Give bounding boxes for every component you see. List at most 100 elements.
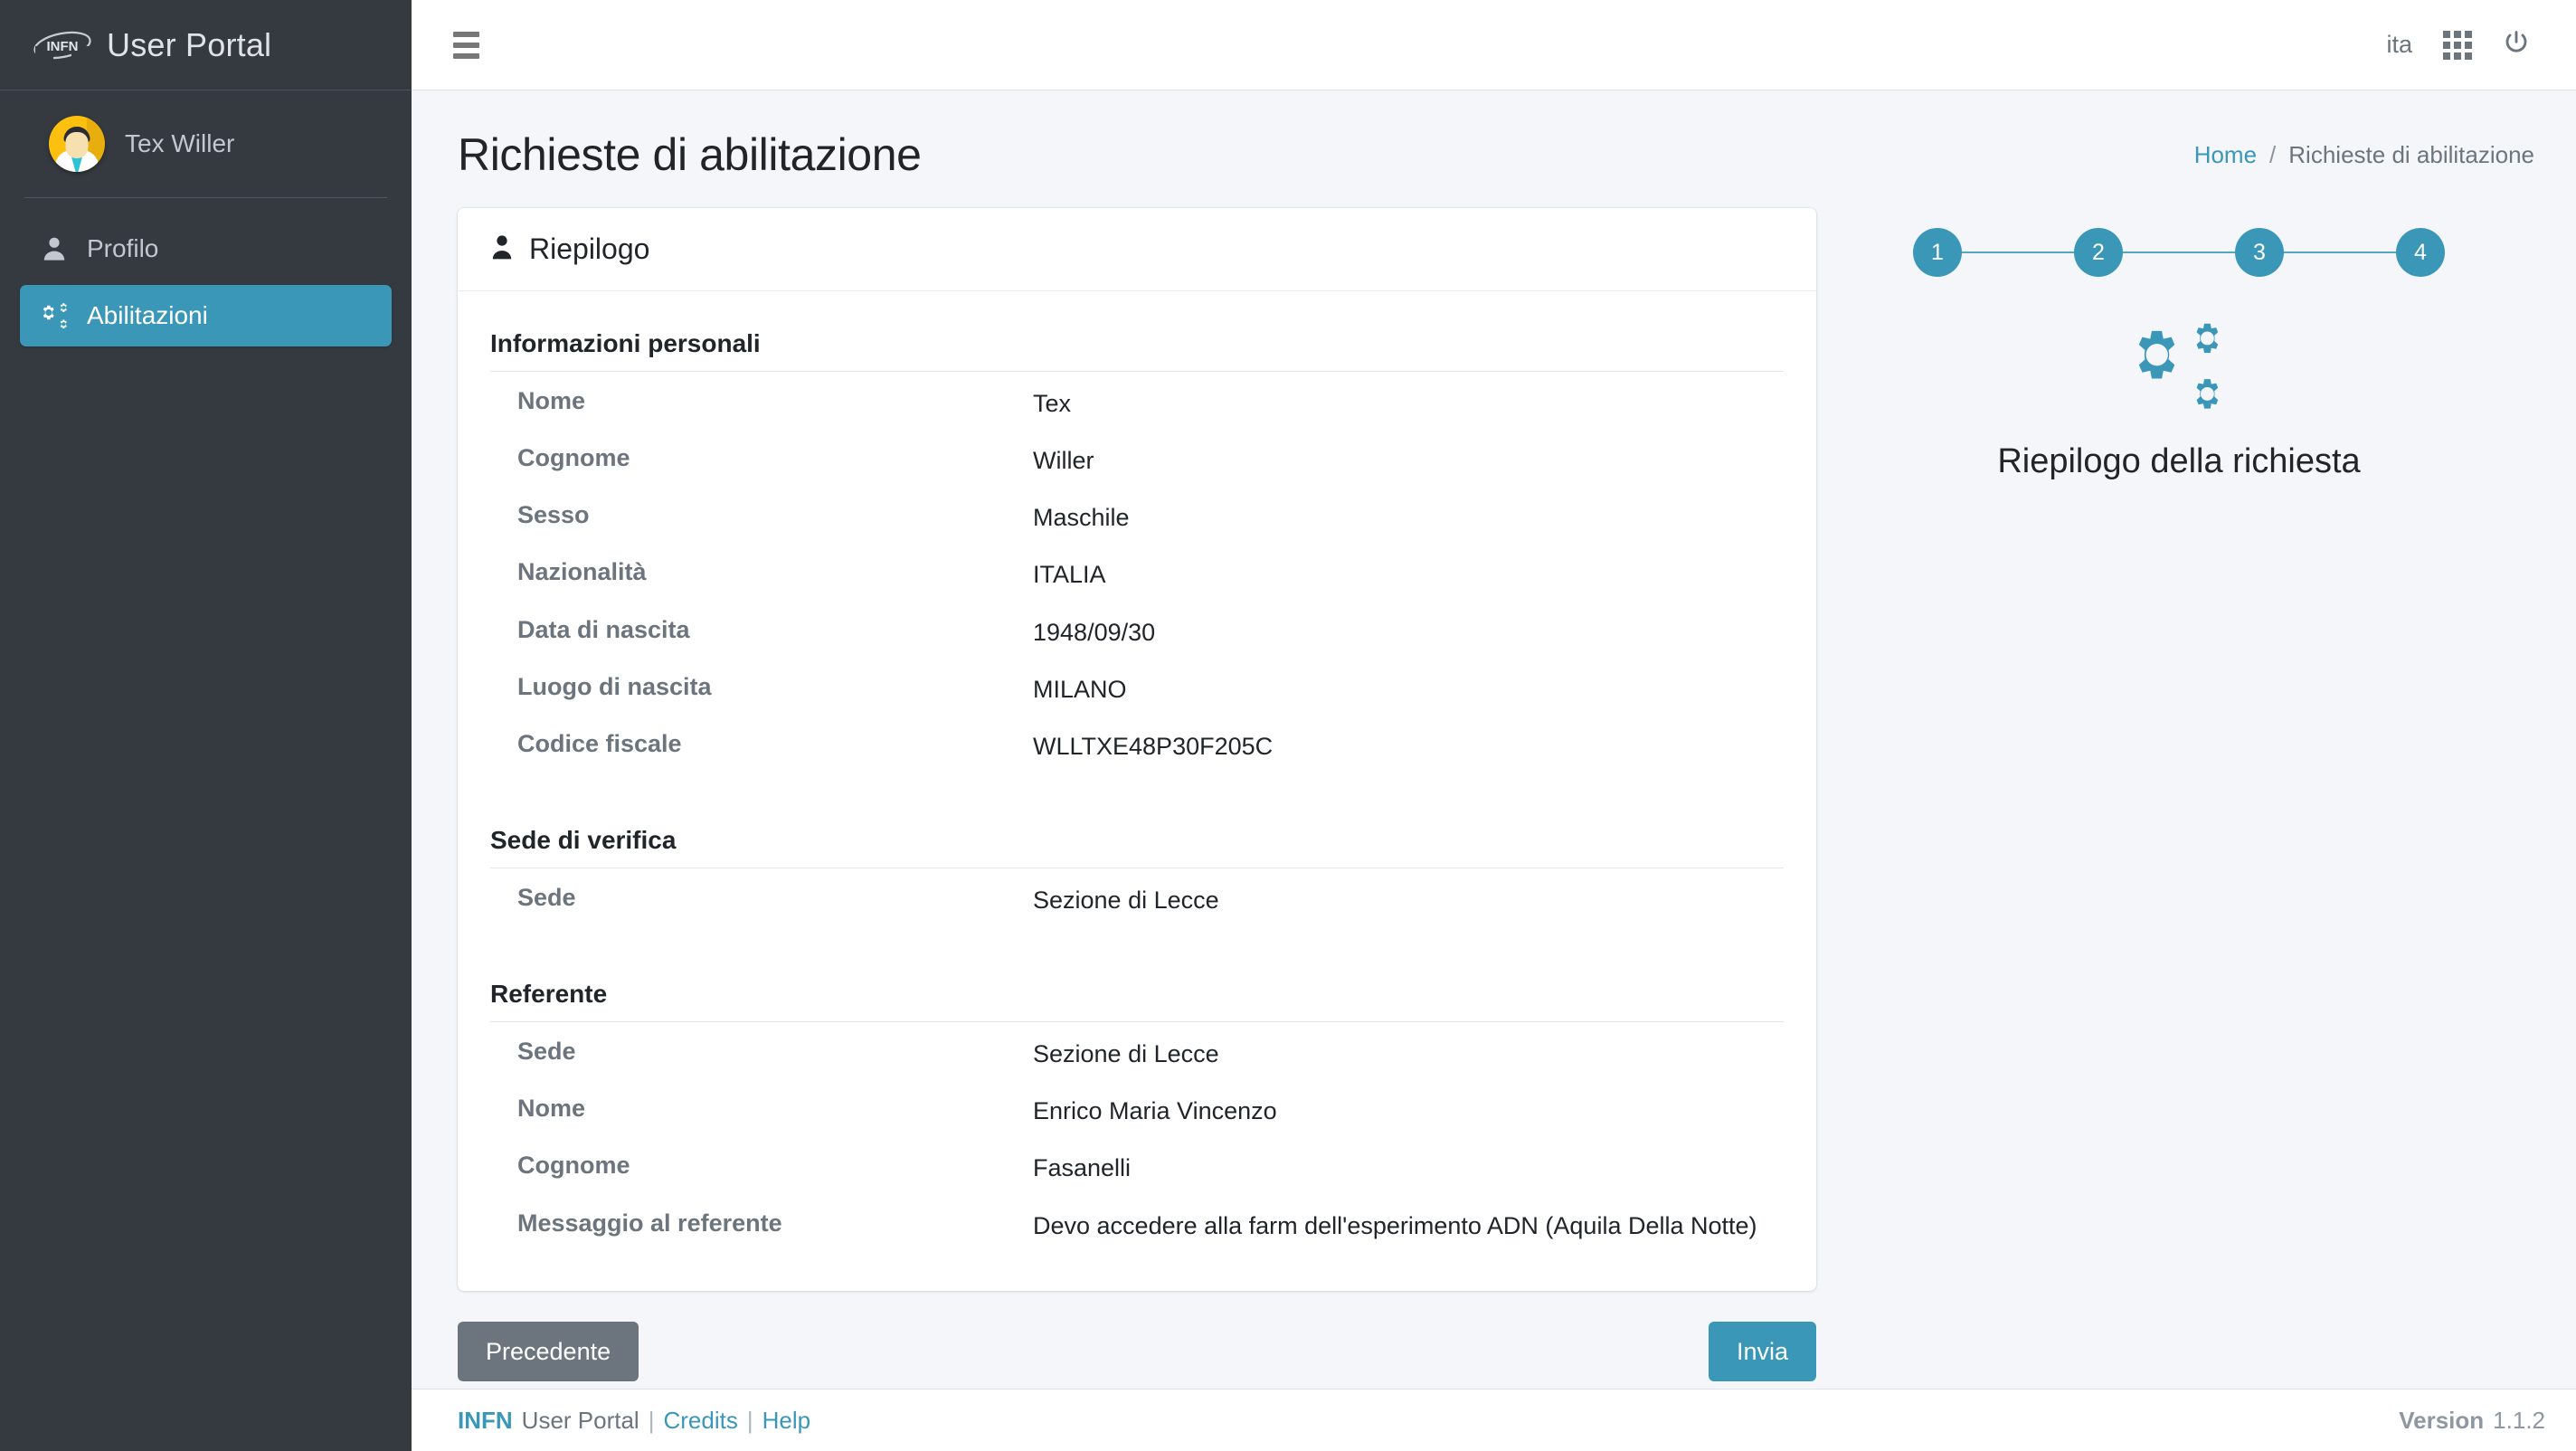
person-icon: [490, 233, 514, 265]
topbar: ita: [412, 0, 2576, 90]
row-value: WLLTXE48P30F205C: [1033, 732, 1274, 760]
table-row: Sede Sezione di Lecce: [490, 872, 1784, 929]
row-label: Nazionalità: [517, 558, 647, 586]
wizard-step-1[interactable]: 1: [1913, 228, 1962, 277]
row-label: Nome: [517, 387, 586, 414]
card-header: Riepilogo: [458, 208, 1816, 291]
language-label: ita: [2386, 31, 2412, 58]
footer-separator-2: |: [746, 1406, 753, 1434]
gears-icon: [2126, 317, 2232, 419]
app-root: INFN User Portal Tex Willer Profilo Abil…: [0, 0, 2576, 1451]
row-label: Luogo di nascita: [517, 672, 712, 700]
avatar: [49, 116, 105, 172]
row-label: Cognome: [517, 1152, 630, 1180]
footer-credits-link[interactable]: Credits: [663, 1407, 737, 1435]
language-switcher[interactable]: ita: [2371, 18, 2428, 72]
content-columns: Riepilogo Informazioni personali Nome Te…: [412, 208, 2576, 1389]
footer-brand: INFN: [458, 1406, 513, 1434]
section-rows-sede-di-verifica: Sede Sezione di Lecce: [490, 872, 1784, 929]
summary-column: Riepilogo Informazioni personali Nome Te…: [458, 208, 1816, 1389]
row-label: Sede: [517, 883, 576, 911]
row-value: Tex: [1033, 390, 1072, 417]
table-row: Nazionalità ITALIA: [490, 546, 1784, 603]
row-value: Sezione di Lecce: [1033, 1040, 1219, 1068]
page-title: Richieste di abilitazione: [458, 129, 922, 180]
apps-button[interactable]: [2428, 18, 2487, 72]
sidebar-item-label: Profilo: [87, 234, 159, 262]
submit-button[interactable]: Invia: [1708, 1321, 1816, 1382]
wizard-actions: Precedente Invia: [458, 1291, 1816, 1382]
section-rows-referente: Sede Sezione di Lecce Nome Enrico Maria …: [490, 1026, 1784, 1255]
table-row: Cognome Fasanelli: [490, 1140, 1784, 1197]
card-body: Informazioni personali Nome Tex Cognome …: [458, 291, 1816, 1291]
row-value: Sezione di Lecce: [1033, 886, 1219, 914]
breadcrumb: Home / Richieste di abilitazione: [2194, 141, 2542, 169]
table-row: Data di nascita 1948/09/30: [490, 604, 1784, 661]
footer-version-label: Version: [2399, 1406, 2485, 1434]
wizard-illustration: [2126, 317, 2232, 419]
row-value: Enrico Maria Vincenzo: [1033, 1097, 1277, 1125]
footer-product: User Portal: [521, 1406, 639, 1434]
content-wrapper: Richieste di abilitazione Home / Richies…: [412, 90, 2576, 1389]
row-value: 1948/09/30: [1033, 618, 1156, 646]
wizard-step-line: [2284, 251, 2396, 253]
row-label: Sede: [517, 1038, 576, 1066]
row-label: Nome: [517, 1095, 586, 1123]
main-area: ita Richieste di abilitazione Home / Ric…: [412, 0, 2576, 1451]
sidebar-nav: Profilo Abilitazioni: [0, 198, 412, 352]
breadcrumb-current: Richieste di abilitazione: [2288, 140, 2534, 168]
row-label: Codice fiscale: [517, 729, 682, 757]
row-label: Cognome: [517, 444, 630, 472]
row-value: Maschile: [1033, 504, 1130, 532]
table-row: Messaggio al referente Devo accedere all…: [490, 1198, 1784, 1255]
previous-button[interactable]: Precedente: [458, 1321, 639, 1382]
section-title-referente: Referente: [490, 967, 1784, 1023]
card-header-title: Riepilogo: [529, 232, 650, 265]
sidebar-item-abilitazioni[interactable]: Abilitazioni: [20, 285, 392, 346]
wizard-step-3[interactable]: 3: [2235, 228, 2284, 277]
table-row: Sesso Maschile: [490, 489, 1784, 546]
footer-separator-1: |: [648, 1406, 655, 1434]
table-row: Codice fiscale WLLTXE48P30F205C: [490, 718, 1784, 775]
table-row: Luogo di nascita MILANO: [490, 661, 1784, 718]
wizard-column: 1 2 3 4 Riepilogo della richiesta: [1816, 208, 2542, 1389]
breadcrumb-separator: /: [2269, 140, 2277, 168]
row-value: Devo accedere alla farm dell'esperimento…: [1033, 1211, 1757, 1239]
brand-header[interactable]: INFN User Portal: [0, 0, 412, 90]
footer-help-link[interactable]: Help: [762, 1407, 810, 1435]
table-row: Nome Enrico Maria Vincenzo: [490, 1083, 1784, 1140]
user-panel[interactable]: Tex Willer: [24, 90, 387, 198]
section-title-sede-di-verifica: Sede di verifica: [490, 813, 1784, 868]
summary-card: Riepilogo Informazioni personali Nome Te…: [458, 208, 1816, 1291]
wizard-stepper: 1 2 3 4: [1908, 228, 2450, 277]
logout-button[interactable]: [2487, 18, 2545, 72]
sidebar-item-profilo[interactable]: Profilo: [20, 218, 392, 280]
breadcrumb-home-link[interactable]: Home: [2194, 141, 2257, 169]
row-label: Sesso: [517, 501, 590, 529]
sidebar: INFN User Portal Tex Willer Profilo Abil…: [0, 0, 412, 1451]
row-value: Fasanelli: [1033, 1154, 1132, 1182]
user-icon: [40, 234, 74, 263]
topbar-actions: ita: [2371, 18, 2545, 72]
wizard-step-line: [2123, 251, 2235, 253]
row-value: Willer: [1033, 447, 1094, 475]
wizard-step-2[interactable]: 2: [2074, 228, 2123, 277]
hamburger-icon[interactable]: [440, 20, 491, 71]
row-value: MILANO: [1033, 675, 1127, 703]
infn-logo-icon: INFN: [33, 30, 92, 61]
row-label: Data di nascita: [517, 615, 690, 643]
footer-version-number: 1.1.2: [2493, 1406, 2545, 1434]
power-icon: [2503, 29, 2530, 61]
section-rows-informazioni-personali: Nome Tex Cognome Willer Sesso Maschile N…: [490, 375, 1784, 775]
brand-title: User Portal: [107, 25, 272, 63]
sidebar-item-label: Abilitazioni: [87, 301, 208, 329]
table-row: Nome Tex: [490, 375, 1784, 432]
row-label: Messaggio al referente: [517, 1209, 782, 1237]
gears-icon: [40, 301, 74, 330]
table-row: Cognome Willer: [490, 432, 1784, 489]
wizard-step-line: [1962, 251, 2074, 253]
grid-apps-icon: [2443, 30, 2472, 60]
svg-text:INFN: INFN: [47, 39, 79, 54]
wizard-caption: Riepilogo della richiesta: [1997, 442, 2361, 480]
wizard-step-4[interactable]: 4: [2396, 228, 2445, 277]
